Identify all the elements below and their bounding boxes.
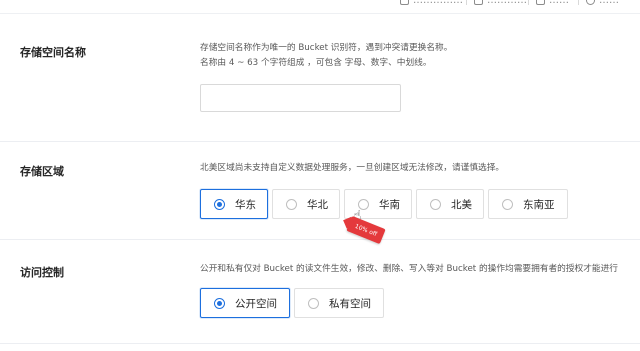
toolbar-item-1[interactable]: …………… (400, 0, 463, 6)
discount-tag-text: 10% off (353, 222, 379, 238)
radio-selected-icon (214, 297, 225, 309)
settings-icon (586, 0, 595, 5)
toolbar-separator (528, 0, 529, 5)
region-option-southeast-asia[interactable]: 东南亚 (488, 189, 568, 219)
region-option-label: 华东 (235, 198, 256, 211)
region-desc: 北美区域尚未支持自定义数据处理服务，一旦创建区域无法修改，请谨慎选择。 (200, 163, 505, 173)
toolbar-item-1-label: …………… (413, 0, 463, 6)
access-option-label: 私有空间 (329, 297, 371, 310)
toolbar-item-2-label: ………… (487, 0, 527, 6)
region-label: 存储区域 (20, 165, 64, 178)
region-option-label: 华南 (379, 198, 400, 211)
toolbar-item-3-label: …… (549, 0, 569, 6)
toolbar-separator (466, 0, 467, 5)
radio-icon (502, 198, 513, 210)
doc-icon (400, 0, 409, 5)
top-toolbar: …………… ………… …… …… (0, 0, 640, 14)
region-option-east-china[interactable]: 华东 (200, 189, 268, 219)
toolbar-item-4-label: …… (599, 0, 619, 6)
access-option-private[interactable]: 私有空间 (294, 288, 384, 318)
radio-icon (286, 198, 297, 210)
access-option-label: 公开空间 (235, 297, 277, 310)
ticket-icon (536, 0, 545, 5)
radio-icon (308, 297, 319, 309)
bucket-name-desc-line2: 名称由 4 ~ 63 个字符组成 ，可包含 字母、数字、中划线。 (200, 58, 432, 68)
bucket-name-section: 存储空间名称 存储空间名称作为唯一的 Bucket 识别符，遇到冲突请更换名称。… (0, 14, 640, 142)
bucket-name-input[interactable] (200, 84, 401, 112)
bucket-name-desc-line1: 存储空间名称作为唯一的 Bucket 识别符，遇到冲突请更换名称。 (200, 43, 453, 53)
radio-icon (430, 198, 441, 210)
region-option-label: 东南亚 (523, 198, 555, 211)
region-option-north-america[interactable]: 北美 (416, 189, 484, 219)
toolbar-item-3[interactable]: …… (536, 0, 569, 6)
toolbar-separator (578, 0, 579, 5)
bucket-name-label: 存储空间名称 (20, 46, 86, 59)
region-option-label: 华北 (307, 198, 328, 211)
toolbar-item-4[interactable]: …… (586, 0, 619, 6)
region-option-label: 北美 (451, 198, 472, 211)
access-label: 访问控制 (20, 266, 64, 279)
radio-selected-icon (214, 198, 225, 210)
region-option-north-china[interactable]: 华北 (272, 189, 340, 219)
toolbar-item-2[interactable]: ………… (474, 0, 527, 6)
access-option-public[interactable]: 公开空间 (200, 288, 290, 318)
chat-icon (474, 0, 483, 5)
access-desc: 公开和私有仅对 Bucket 的读文件生效，修改、删除、写入等对 Bucket … (200, 264, 618, 274)
